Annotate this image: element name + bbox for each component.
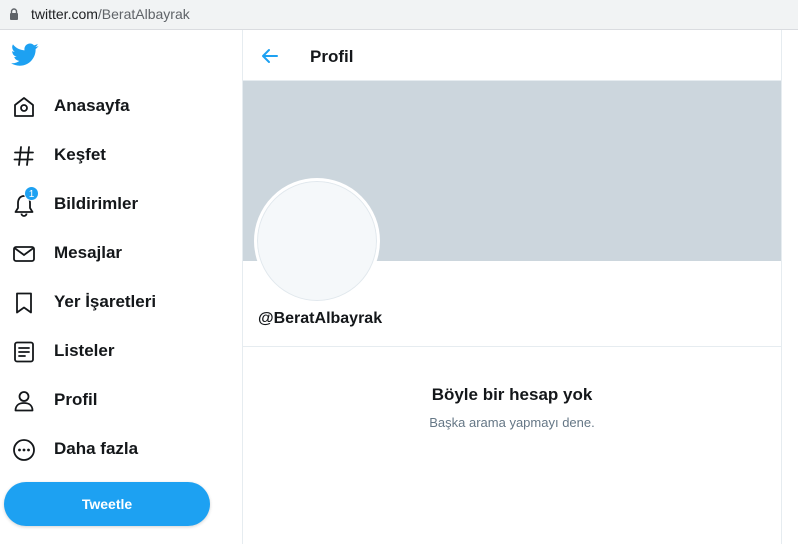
twitter-bird-icon[interactable]: [11, 43, 39, 67]
notification-badge: 1: [24, 186, 39, 201]
envelope-icon: [13, 246, 35, 262]
sidebar-item-label: Profil: [54, 390, 98, 409]
bookmark-icon: [16, 292, 32, 314]
url-path: /BeratAlbayrak: [97, 6, 190, 22]
sidebar-item-label: Anasayfa: [54, 96, 130, 115]
url-host: twitter.com: [31, 6, 98, 22]
person-icon: [14, 391, 34, 412]
list-icon: [14, 341, 34, 363]
sidebar-item-label: Keşfet: [54, 145, 106, 164]
sidebar-item-explore[interactable]: Keşfet: [0, 136, 240, 176]
right-column: [782, 30, 798, 544]
divider: [243, 346, 781, 347]
sidebar-item-messages[interactable]: Mesajlar: [0, 234, 240, 274]
page-title: Profil: [310, 47, 354, 66]
sidebar-item-label: Listeler: [54, 341, 115, 360]
lock-icon: [10, 8, 18, 20]
sidebar-item-more[interactable]: Daha fazla: [0, 430, 240, 470]
sidebar-item-home[interactable]: Anasayfa: [0, 87, 240, 127]
sidebar-item-label: Daha fazla: [54, 439, 139, 458]
sidebar-item-label: Yer İşaretleri: [54, 292, 157, 311]
sidebar-item-lists[interactable]: Listeler: [0, 332, 240, 372]
sidebar-item-bookmarks[interactable]: Yer İşaretleri: [0, 283, 240, 323]
sidebar-item-label: Mesajlar: [54, 243, 123, 262]
more-circle-icon: [13, 439, 35, 461]
empty-state-title: Böyle bir hesap yok: [431, 385, 593, 404]
home-icon: [14, 97, 34, 117]
sidebar-item-notifications[interactable]: 1 Bildirimler: [0, 185, 240, 225]
main-column: Profil @BeratAlbayrak Böyle bir hesap yo…: [242, 30, 782, 544]
sidebar-item-label: Bildirimler: [54, 194, 139, 213]
url-text[interactable]: twitter.com/BeratAlbayrak: [31, 6, 190, 22]
sidebar-item-profile[interactable]: Profil: [0, 381, 240, 421]
empty-state-subtitle: Başka arama yapmayı dene.: [429, 415, 595, 430]
profile-handle: @BeratAlbayrak: [258, 310, 383, 327]
back-arrow-icon[interactable]: [260, 46, 280, 66]
tweet-button[interactable]: Tweetle: [4, 482, 210, 526]
avatar: [254, 178, 380, 304]
sidebar: Anasayfa Keşfet 1 Bildirimler Mesajlar Y…: [0, 30, 242, 544]
page-header: Profil: [243, 30, 781, 81]
browser-address-bar[interactable]: twitter.com/BeratAlbayrak: [0, 0, 798, 30]
hashtag-icon: [13, 146, 34, 166]
